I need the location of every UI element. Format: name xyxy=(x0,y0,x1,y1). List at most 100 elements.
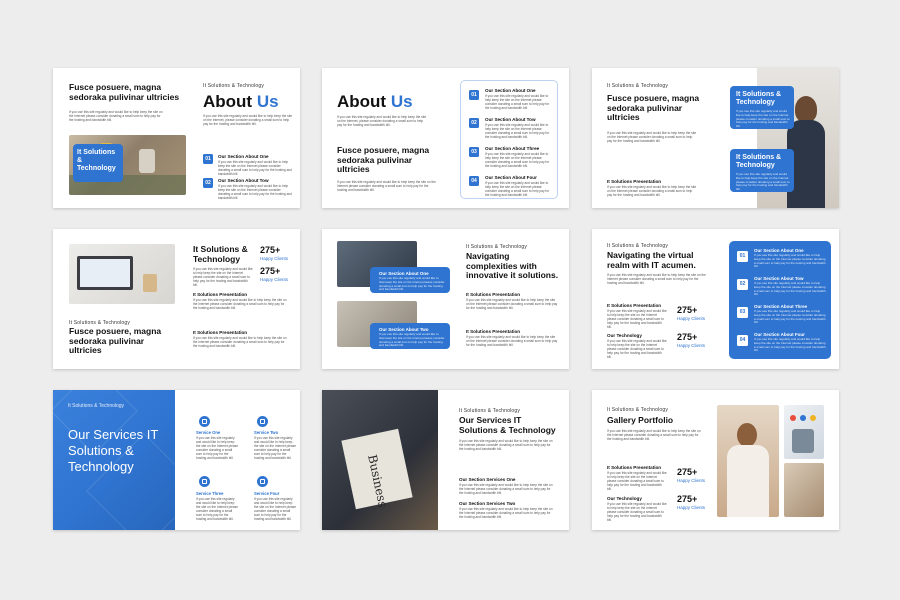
it-solutions-card: It Solutions & Technology xyxy=(73,144,123,182)
newspaper-page: Business xyxy=(341,428,413,510)
slide-gallery-portfolio: It Solutions & Technology Gallery Portfo… xyxy=(592,390,839,530)
slide-our-services: It Solutions & Technology Our Services I… xyxy=(53,390,300,530)
service-body: If you use this site regularly and would… xyxy=(196,436,238,460)
slide-heading: Our Services IT Solutions & Technology xyxy=(459,415,556,435)
section-label: It Solutions Presentation xyxy=(607,465,662,470)
service-name: Service Two xyxy=(254,430,279,435)
us-word: Us xyxy=(256,92,279,111)
about-word: About xyxy=(337,92,387,111)
slide-body: If you use this site regularly and would… xyxy=(607,339,667,359)
about-word: About xyxy=(203,92,253,111)
item-title: Our Section About One xyxy=(485,88,536,93)
item-number: 01 xyxy=(203,154,213,164)
slide-body: If you use this site regularly and would… xyxy=(193,267,253,287)
sections-panel: 01 Our Section About One If you use this… xyxy=(729,241,831,359)
item-body: If you use this site regularly and would… xyxy=(754,309,826,325)
item-title: Our Section About Tow xyxy=(485,117,536,122)
stat-value: 275+ xyxy=(677,305,698,315)
stat-value: 275+ xyxy=(260,266,281,276)
item-body: If you use this site regularly and would… xyxy=(754,281,826,297)
man-phone-photo xyxy=(717,405,779,517)
stat-label: Happy Clients xyxy=(260,277,289,282)
item-title: Our Section About Four xyxy=(485,175,537,180)
slide-kicker: It Solutions & Technology xyxy=(466,244,528,250)
slide-heading: Our Services IT Solutions & Technology xyxy=(68,427,159,474)
section-label: It Solutions Presentation xyxy=(466,329,521,334)
slide-body: If you use this site regularly and would… xyxy=(203,114,293,126)
section-label: Our Section Services Two xyxy=(459,501,516,506)
about-us-title: About Us xyxy=(337,92,413,112)
item-title: Our Section About Three xyxy=(485,146,540,151)
slide-heading: Gallery Portfolio xyxy=(607,415,674,425)
slide-body: If you use this site regularly and would… xyxy=(607,273,706,285)
service-icon xyxy=(199,476,210,487)
item-number: 04 xyxy=(737,335,748,346)
slide-body: If you use this site regularly and would… xyxy=(607,471,667,491)
item-number: 02 xyxy=(469,118,479,128)
stat-label: Happy Clients xyxy=(677,343,706,348)
slide-heading: Navigating complexities with innovative … xyxy=(466,251,559,280)
section-card: Our Section About One If you use this si… xyxy=(370,267,450,293)
slide-heading: Navigating the virtual realm with IT acu… xyxy=(607,250,696,270)
item-number: 04 xyxy=(469,176,479,186)
item-number: 03 xyxy=(469,147,479,157)
slide-kicker: It Solutions & Technology xyxy=(607,83,669,89)
slide-body: If you use this site regularly and would… xyxy=(607,131,697,143)
card-body: If you use this site regularly and would… xyxy=(736,109,790,129)
item-body: If you use this site regularly and would… xyxy=(485,123,550,139)
card-title: It Solutions & Technology xyxy=(77,149,116,172)
newspaper-photo: Business xyxy=(322,390,438,530)
section-label: It Solutions Presentation xyxy=(466,292,521,297)
stat-value: 275+ xyxy=(677,332,698,342)
slide-body: If you use this site regularly and would… xyxy=(607,429,701,441)
section-label: It Solutions Presentation xyxy=(607,179,662,184)
item-title: Our Section About One xyxy=(218,154,269,159)
slide-services-newspaper: Business It Solutions & Technology Our S… xyxy=(322,390,569,530)
section-card: Our Section About Two If you use this si… xyxy=(370,323,450,349)
section-label: Our Section Services One xyxy=(459,477,516,482)
item-body: If you use this site regularly and would… xyxy=(218,160,292,176)
slide-kicker: It Solutions & Technology xyxy=(607,407,669,413)
service-icon xyxy=(199,416,210,427)
slide-kicker: It Solutions & Technology xyxy=(68,403,125,409)
slide-body: If you use this site regularly and would… xyxy=(459,483,553,495)
service-name: Service One xyxy=(196,430,221,435)
slide-body: If you use this site regularly and would… xyxy=(193,298,287,310)
item-number: 02 xyxy=(203,178,213,188)
item-body: If you use this site regularly and would… xyxy=(485,152,550,168)
slide-laptop-stats: It Solutions & Technology Fusce posuere,… xyxy=(53,229,300,369)
item-number: 02 xyxy=(737,279,748,290)
service-body: If you use this site regularly and would… xyxy=(254,497,296,521)
slide-body: If you use this site regularly and would… xyxy=(607,185,697,197)
slide-title: It Solutions & Technology xyxy=(193,244,248,264)
slide-heading: Fusce posuere, magna sedoraka pulivinar … xyxy=(337,145,430,174)
slide-solutions-person: It Solutions & Technology Fusce posuere,… xyxy=(592,68,839,208)
item-body: If you use this site regularly and would… xyxy=(485,94,550,110)
slide-heading: Fusce posuere, magna sedoraka pulivinar … xyxy=(69,326,162,355)
slide-body: If you use this site regularly and would… xyxy=(459,439,553,451)
stat-label: Happy Clients xyxy=(677,478,706,483)
slide-body: If you use this site regularly and would… xyxy=(459,507,553,519)
service-icon xyxy=(257,476,268,487)
service-body: If you use this site regularly and would… xyxy=(254,436,296,460)
newspaper-headline: Business xyxy=(365,453,390,509)
section-label: Our Technology xyxy=(607,496,642,501)
section-label: Our Technology xyxy=(607,333,642,338)
stat-value: 275+ xyxy=(260,245,281,255)
slide-virtual-realm: It Solutions & Technology Navigating the… xyxy=(592,229,839,369)
stat-label: Happy Clients xyxy=(260,256,289,261)
slide-body: If you use this site regularly and would… xyxy=(69,110,163,122)
stat-value: 275+ xyxy=(677,494,698,504)
section-label: It Solutions Presentation xyxy=(193,330,248,335)
slide-body: If you use this site regularly and would… xyxy=(607,502,667,522)
card-title: It Solutions & Technology xyxy=(736,91,782,106)
it-solutions-card: It Solutions & Technology If you use thi… xyxy=(730,86,794,129)
slide-about-us-1: Fusce posuere, magna sedoraka pulivinar … xyxy=(53,68,300,208)
tech-icons-photo xyxy=(784,405,824,459)
item-title: Our Section About Tow xyxy=(218,178,269,183)
stat-value: 275+ xyxy=(677,467,698,477)
slide-kicker: It Solutions & Technology xyxy=(459,408,521,414)
item-body: If you use this site regularly and would… xyxy=(754,337,826,353)
about-us-title: About Us xyxy=(203,92,279,112)
card-body: If you use this site regularly and would… xyxy=(379,276,445,292)
